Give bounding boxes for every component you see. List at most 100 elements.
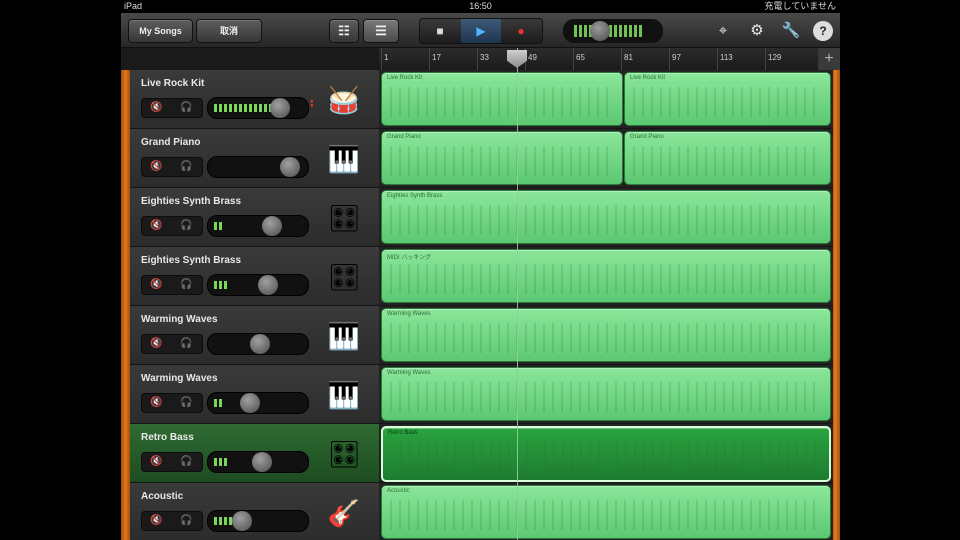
left-edge-bar (121, 70, 130, 540)
volume-knob[interactable] (240, 393, 260, 413)
track-volume-slider[interactable] (207, 510, 309, 532)
help-icon[interactable]: ? (813, 21, 833, 41)
ruler-mark: 17 (432, 53, 441, 62)
solo-headphones-icon[interactable]: 🎧 (172, 277, 201, 293)
track-volume-slider[interactable] (207, 451, 309, 473)
track-level-meter (214, 458, 228, 466)
volume-knob[interactable] (280, 157, 300, 177)
solo-headphones-icon[interactable]: 🎧 (172, 395, 201, 411)
timeline-ruler[interactable]: 1 17 33 49 65 81 97 113 129 (379, 48, 833, 71)
volume-knob[interactable] (262, 216, 282, 236)
track-header-selected[interactable]: Retro Bass 🔇 🎧 🎛 (130, 424, 379, 483)
track-header[interactable]: Acoustic 🔇 🎧 🎸 (130, 483, 379, 540)
region[interactable]: Grand Piano (381, 131, 623, 185)
red-keyboard-icon: 🎹 (327, 380, 361, 410)
solo-headphones-icon[interactable]: 🎧 (172, 513, 201, 529)
region[interactable]: Live Rock Kit (381, 72, 623, 126)
track-header[interactable]: Eighties Synth Brass 🔇 🎧 🎛 (130, 247, 379, 306)
mute-icon[interactable]: 🔇 (142, 159, 171, 175)
record-enable-icon[interactable]: ● ● (310, 99, 316, 109)
region[interactable]: Warming Waves (381, 367, 831, 421)
solo-headphones-icon[interactable]: 🎧 (172, 454, 201, 470)
track-lane[interactable]: Live Rock Kit Live Rock Kit (379, 70, 833, 129)
ruler-mark: 129 (768, 53, 782, 62)
track-header[interactable]: Warming Waves 🔇 🎧 🎹 (130, 365, 379, 424)
track-lane[interactable]: Warming Waves (379, 365, 833, 424)
add-section-icon[interactable]: + (818, 48, 840, 70)
track-volume-slider[interactable] (207, 333, 309, 355)
mute-icon[interactable]: 🔇 (142, 100, 171, 116)
mixer-icon[interactable]: ⚙ (747, 21, 767, 41)
region-notes (390, 205, 822, 235)
track-volume-slider[interactable] (207, 97, 309, 119)
region-name: Live Rock Kit (630, 75, 666, 81)
mute-icon[interactable]: 🔇 (142, 277, 171, 293)
solo-headphones-icon[interactable]: 🎧 (172, 159, 201, 175)
mute-icon[interactable]: 🔇 (142, 336, 171, 352)
keyboard-view-icon[interactable]: ☷ (329, 19, 359, 43)
region-name: Live Rock Kit (387, 75, 423, 81)
region[interactable]: MIDI バッキング (381, 249, 831, 303)
region[interactable]: Warming Waves (381, 308, 831, 362)
wrench-icon[interactable]: 🔧 (781, 21, 801, 41)
region-notes (633, 87, 822, 117)
toolbar: My Songs 取消 ☷ ☰ ■ ▶ ● ⌖ ⚙ 🔧 ? (121, 13, 840, 48)
track-lane[interactable]: Warming Waves (379, 306, 833, 365)
track-name: Grand Piano (141, 137, 201, 148)
region-name: Acoustic (387, 488, 410, 494)
volume-knob[interactable] (252, 452, 272, 472)
track-level-meter (214, 222, 222, 230)
region-notes (633, 146, 822, 176)
region-name: Retro Bass (388, 430, 418, 436)
track-name: Live Rock Kit (141, 78, 205, 89)
region-notes (391, 442, 821, 472)
volume-knob[interactable] (270, 98, 290, 118)
region[interactable]: Live Rock Kit (624, 72, 831, 126)
volume-knob[interactable] (590, 21, 610, 41)
stop-icon[interactable]: ■ (420, 19, 460, 43)
my-songs-button[interactable]: My Songs (128, 19, 193, 43)
region[interactable]: Eighties Synth Brass (381, 190, 831, 244)
synth-keyboard-icon: 🎛 (327, 439, 361, 469)
mute-icon[interactable]: 🔇 (142, 454, 171, 470)
track-volume-slider[interactable] (207, 274, 309, 296)
region-selected[interactable]: Retro Bass (381, 426, 831, 482)
track-lane[interactable]: Acoustic (379, 483, 833, 540)
mute-solo-group: 🔇 🎧 (141, 275, 203, 295)
ruler-tick (717, 48, 718, 70)
solo-headphones-icon[interactable]: 🎧 (172, 218, 201, 234)
track-volume-slider[interactable] (207, 215, 309, 237)
track-volume-slider[interactable] (207, 392, 309, 414)
track-lane[interactable]: Grand Piano Grand Piano (379, 129, 833, 188)
record-icon[interactable]: ● (501, 19, 541, 43)
volume-knob[interactable] (258, 275, 278, 295)
track-name: Retro Bass (141, 432, 194, 443)
track-lane[interactable]: Retro Bass (379, 424, 833, 483)
mute-icon[interactable]: 🔇 (142, 395, 171, 411)
solo-headphones-icon[interactable]: 🎧 (172, 100, 201, 116)
playhead-line (517, 48, 518, 540)
track-header[interactable]: Grand Piano 🔇 🎧 🎹 (130, 129, 379, 188)
track-lane[interactable]: MIDI バッキング (379, 247, 833, 306)
undo-button[interactable]: 取消 (196, 19, 262, 43)
region[interactable]: Acoustic (381, 485, 831, 539)
loop-browser-icon[interactable]: ⌖ (713, 21, 733, 41)
synth-keyboard-icon: 🎛 (327, 262, 361, 292)
track-lane[interactable]: Eighties Synth Brass (379, 188, 833, 247)
volume-knob[interactable] (232, 511, 252, 531)
track-volume-slider[interactable] (207, 156, 309, 178)
track-level-meter (214, 517, 234, 525)
play-icon[interactable]: ▶ (461, 19, 501, 43)
volume-knob[interactable] (250, 334, 270, 354)
solo-headphones-icon[interactable]: 🎧 (172, 336, 201, 352)
mute-icon[interactable]: 🔇 (142, 218, 171, 234)
track-header[interactable]: Eighties Synth Brass 🔇 🎧 🎛 (130, 188, 379, 247)
master-volume-slider[interactable] (563, 19, 663, 43)
track-level-meter (214, 399, 222, 407)
track-header[interactable]: Live Rock Kit 🔇 🎧 ● ● 🥁 (130, 70, 379, 129)
mute-icon[interactable]: 🔇 (142, 513, 171, 529)
region[interactable]: Grand Piano (624, 131, 831, 185)
track-header[interactable]: Warming Waves 🔇 🎧 🎹 (130, 306, 379, 365)
region-name: MIDI バッキング (387, 255, 432, 261)
tracks-view-icon[interactable]: ☰ (363, 19, 399, 43)
